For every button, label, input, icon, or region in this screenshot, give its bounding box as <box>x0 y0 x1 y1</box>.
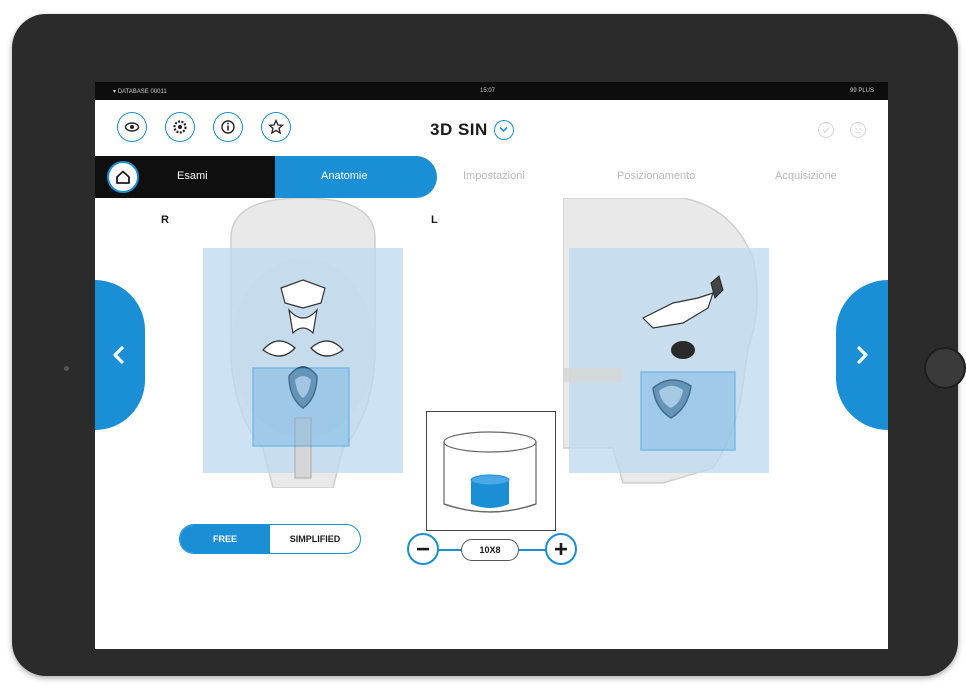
title-group: 3D SIN <box>430 118 514 142</box>
star-icon[interactable] <box>261 112 291 142</box>
fov-cylinder-icon <box>443 431 537 513</box>
fov-value: 10X8 <box>461 539 519 561</box>
toggle-free[interactable]: FREE <box>180 525 270 553</box>
status-left: ▾ DATABASE 00011 <box>113 89 167 95</box>
tab-esami[interactable]: Esami <box>177 170 208 182</box>
hardware-home-button[interactable] <box>924 347 966 389</box>
previous-button[interactable] <box>95 280 145 430</box>
toolbar: 3D SIN <box>95 100 888 154</box>
status-bar: ▾ DATABASE 00011 15:07 99 PLUS <box>95 82 888 100</box>
tab-acquisizione[interactable]: Acquisizione <box>775 170 837 182</box>
next-button[interactable] <box>836 280 888 430</box>
lateral-head-view[interactable] <box>563 198 773 488</box>
plus-icon <box>555 543 567 555</box>
workflow-tabs: Esami Anatomie Impostazioni Posizionamen… <box>95 156 888 198</box>
toggle-simplified[interactable]: SIMPLIFIED <box>270 525 360 553</box>
check-circle-icon[interactable] <box>818 122 834 138</box>
face-circle-icon[interactable] <box>850 122 866 138</box>
chevron-right-icon <box>857 346 868 364</box>
tab-posizionamento[interactable]: Posizionamento <box>617 170 695 182</box>
gear-icon[interactable] <box>165 112 195 142</box>
home-icon[interactable] <box>107 161 139 193</box>
status-right: 99 PLUS <box>849 88 874 94</box>
mode-toggle: FREE SIMPLIFIED <box>179 524 361 554</box>
info-icon[interactable] <box>213 112 243 142</box>
title-dropdown[interactable] <box>493 120 514 140</box>
tab-anatomie[interactable]: Anatomie <box>321 170 367 182</box>
status-time: 15:07 <box>480 88 496 94</box>
fov-preview <box>426 411 556 531</box>
decrease-button[interactable] <box>407 533 439 565</box>
page-title: 3D SIN <box>430 120 488 139</box>
eye-icon[interactable] <box>117 112 147 142</box>
label-left-side: L <box>431 214 438 226</box>
app-screen: ▾ DATABASE 00011 15:07 99 PLUS 3D SIN Es… <box>95 82 888 649</box>
chevron-down-icon <box>499 126 508 133</box>
chevron-left-icon <box>113 346 124 364</box>
label-right-side: R <box>161 214 169 226</box>
frontal-head-view[interactable] <box>203 198 403 488</box>
increase-button[interactable] <box>545 533 577 565</box>
camera-dot <box>64 366 69 371</box>
status-database: DATABASE 00011 <box>117 89 167 95</box>
tab-impostazioni[interactable]: Impostazioni <box>463 170 525 182</box>
minus-icon <box>417 547 429 551</box>
main-content: R L FREE SIMPLIFIED 10X8 <box>95 198 888 649</box>
